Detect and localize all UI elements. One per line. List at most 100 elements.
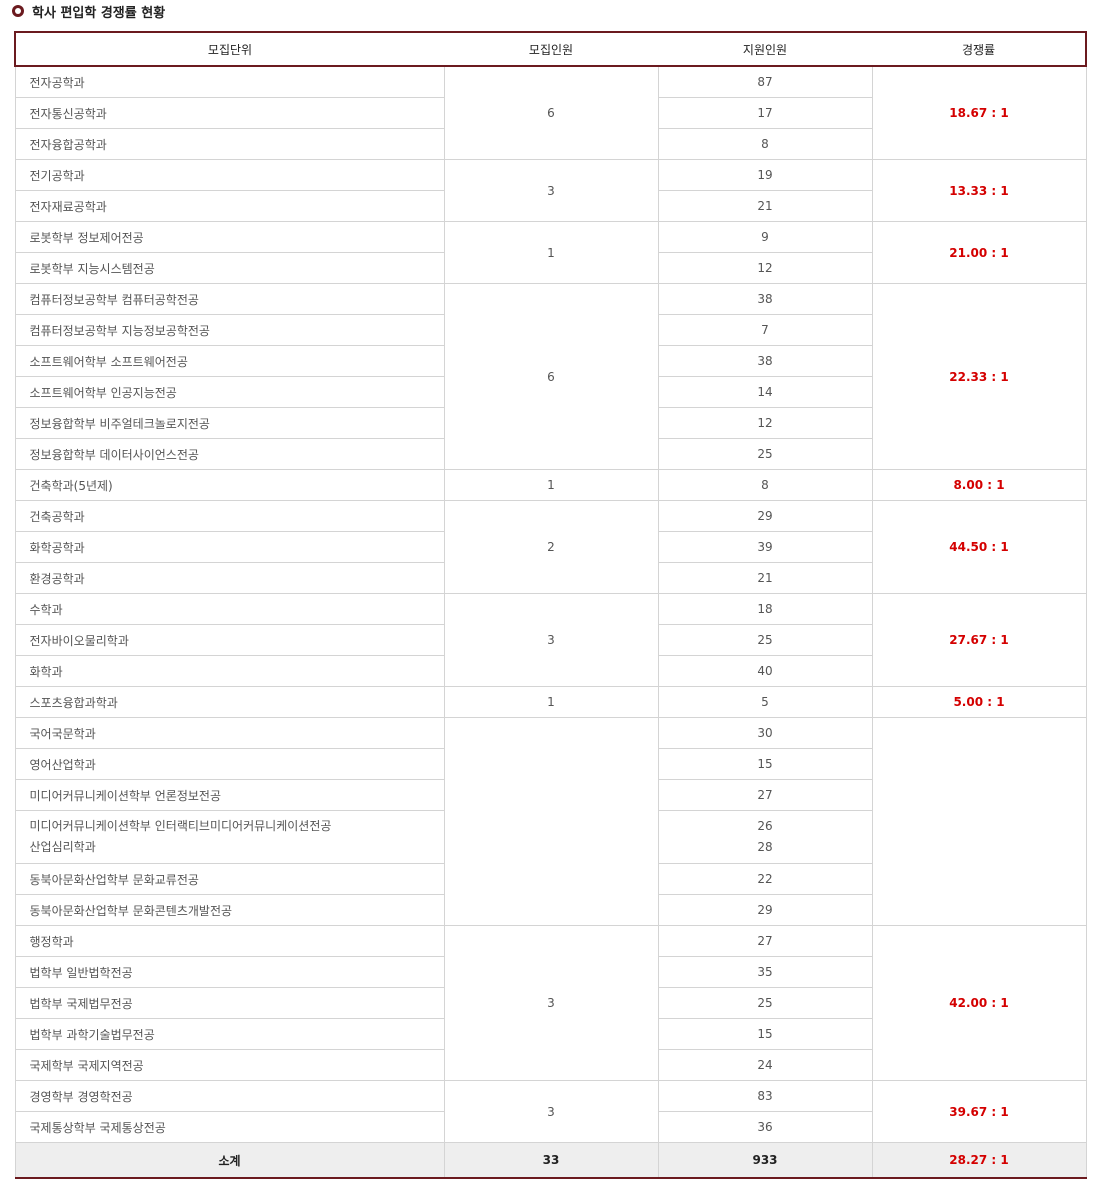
unit-cell: 화학공학과 <box>14 531 445 563</box>
unit-cell: 로봇학부 정보제어전공 <box>14 221 445 253</box>
circle-bullet-icon <box>12 5 24 17</box>
applicants-cell: 30 <box>657 717 873 749</box>
unit-cell: 법학부 국제법무전공 <box>14 987 445 1019</box>
quota-cell: 1 <box>443 686 659 718</box>
unit-cell: 미디어커뮤니케이션학부 언론정보전공 <box>14 779 445 811</box>
unit-cell: 전자재료공학과 <box>14 190 445 222</box>
section-title: 학사 편입학 경쟁률 현황 <box>12 0 165 22</box>
unit-cell: 전자융합공학과 <box>14 128 445 160</box>
table-row: 로봇학부 정보제어전공 1 9 21.00 : 1 <box>14 221 1087 284</box>
unit-cell: 행정학과 <box>14 925 445 957</box>
applicants-cell: 25 <box>657 438 873 470</box>
applicants-cell: 17 <box>657 97 873 129</box>
unit-cell: 동북아문화산업학부 문화콘텐츠개발전공 <box>14 894 445 926</box>
applicants-cell: 83 <box>657 1080 873 1112</box>
unit-cell: 컴퓨터정보공학부 컴퓨터공학전공 <box>14 283 445 315</box>
quota-cell: 3 <box>443 593 659 687</box>
unit-cell: 화학과 <box>14 655 445 687</box>
applicants-cell: 21 <box>657 562 873 594</box>
table-row: 건축공학과 2 29 44.50 : 1 <box>14 500 1087 594</box>
rate-cell: 42.00 : 1 <box>871 925 1087 1081</box>
applicants-cell: 27 <box>657 925 873 957</box>
total-row: 소계 33 933 28.27 : 1 <box>14 1142 1087 1179</box>
applicants-cell-stack: 26 28 <box>657 810 873 864</box>
unit-cell: 국제학부 국제지역전공 <box>14 1049 445 1081</box>
rate-cell: 18.67 : 1 <box>871 65 1087 160</box>
applicants-cell: 19 <box>657 159 873 191</box>
table-row: 컴퓨터정보공학부 컴퓨터공학전공 6 38 22.33 : 1 <box>14 283 1087 470</box>
unit-line: 산업심리학과 <box>29 840 96 854</box>
unit-cell-stack: 미디어커뮤니케이션학부 인터랙티브미디어커뮤니케이션전공 산업심리학과 <box>14 810 445 864</box>
applicants-cell: 7 <box>657 314 873 346</box>
rate-cell: 22.33 : 1 <box>871 283 1087 470</box>
table-row: 경영학부 경영학전공 3 83 39.67 : 1 <box>14 1080 1087 1143</box>
applicants-cell: 15 <box>657 748 873 780</box>
table-header-row: 모집단위 모집인원 지원인원 경쟁률 <box>14 31 1087 67</box>
rate-cell <box>871 717 1087 926</box>
applicants-cell: 87 <box>657 65 873 98</box>
applicants-cell: 39 <box>657 531 873 563</box>
unit-cell: 소프트웨어학부 소프트웨어전공 <box>14 345 445 377</box>
header-applicants: 지원인원 <box>658 31 872 67</box>
applicants-cell: 18 <box>657 593 873 625</box>
unit-cell: 전자통신공학과 <box>14 97 445 129</box>
unit-cell: 정보융합학부 비주얼테크놀로지전공 <box>14 407 445 439</box>
unit-cell: 건축학과(5년제) <box>14 469 445 501</box>
rate-cell: 39.67 : 1 <box>871 1080 1087 1143</box>
section-title-text: 학사 편입학 경쟁률 현황 <box>32 5 166 21</box>
applicants-cell: 14 <box>657 376 873 408</box>
applicants-line: 28 <box>757 840 773 854</box>
total-applicants: 933 <box>657 1142 873 1179</box>
quota-cell: 3 <box>443 1080 659 1143</box>
header-quota: 모집인원 <box>444 31 658 67</box>
applicants-cell: 21 <box>657 190 873 222</box>
applicants-line: 26 <box>757 819 773 833</box>
rate-cell: 8.00 : 1 <box>871 469 1087 501</box>
applicants-cell: 8 <box>657 128 873 160</box>
applicants-cell: 38 <box>657 345 873 377</box>
unit-cell: 정보융합학부 데이터사이언스전공 <box>14 438 445 470</box>
unit-cell: 국제통상학부 국제통상전공 <box>14 1111 445 1143</box>
applicants-cell: 35 <box>657 956 873 988</box>
applicants-cell: 36 <box>657 1111 873 1143</box>
quota-cell: 6 <box>443 65 659 160</box>
unit-cell: 컴퓨터정보공학부 지능정보공학전공 <box>14 314 445 346</box>
rate-cell: 5.00 : 1 <box>871 686 1087 718</box>
quota-cell: 3 <box>443 925 659 1081</box>
rate-cell: 21.00 : 1 <box>871 221 1087 284</box>
unit-cell: 전기공학과 <box>14 159 445 191</box>
unit-cell: 영어산업학과 <box>14 748 445 780</box>
quota-cell: 1 <box>443 469 659 501</box>
applicants-cell: 24 <box>657 1049 873 1081</box>
unit-cell: 법학부 과학기술법무전공 <box>14 1018 445 1050</box>
quota-cell: 1 <box>443 221 659 284</box>
table-row: 전자공학과 6 87 18.67 : 1 <box>14 65 1087 160</box>
rate-cell: 13.33 : 1 <box>871 159 1087 222</box>
header-unit: 모집단위 <box>14 31 444 67</box>
applicants-cell: 12 <box>657 407 873 439</box>
unit-cell: 경영학부 경영학전공 <box>14 1080 445 1112</box>
total-quota: 33 <box>443 1142 659 1179</box>
unit-cell: 소프트웨어학부 인공지능전공 <box>14 376 445 408</box>
unit-cell: 동북아문화산업학부 문화교류전공 <box>14 863 445 895</box>
applicants-cell: 22 <box>657 863 873 895</box>
quota-cell: 6 <box>443 283 659 470</box>
applicants-cell: 25 <box>657 624 873 656</box>
table-row: 수학과 3 18 27.67 : 1 <box>14 593 1087 687</box>
applicants-cell: 12 <box>657 252 873 284</box>
rate-cell: 27.67 : 1 <box>871 593 1087 687</box>
applicants-cell: 9 <box>657 221 873 253</box>
applicants-cell: 29 <box>657 894 873 926</box>
unit-cell: 건축공학과 <box>14 500 445 532</box>
rate-cell: 44.50 : 1 <box>871 500 1087 594</box>
competition-rate-table: 모집단위 모집인원 지원인원 경쟁률 전자공학과 6 87 18.67 : 1 … <box>14 31 1087 1179</box>
unit-cell: 스포츠융합과학과 <box>14 686 445 718</box>
applicants-cell: 40 <box>657 655 873 687</box>
table-row: 행정학과 3 27 42.00 : 1 <box>14 925 1087 1081</box>
applicants-cell: 5 <box>657 686 873 718</box>
applicants-cell: 29 <box>657 500 873 532</box>
total-rate: 28.27 : 1 <box>871 1142 1087 1179</box>
unit-cell: 환경공학과 <box>14 562 445 594</box>
applicants-cell: 38 <box>657 283 873 315</box>
unit-cell: 전자바이오물리학과 <box>14 624 445 656</box>
